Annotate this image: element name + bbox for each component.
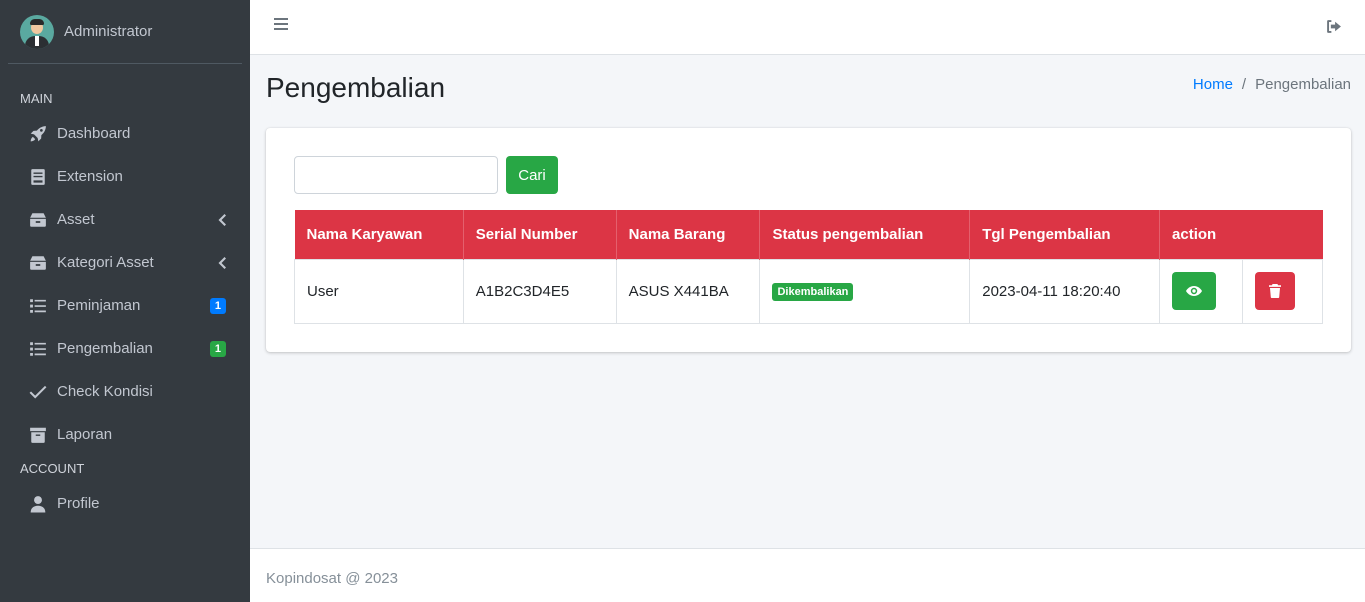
sidebar-item-label: Kategori Asset: [57, 254, 154, 271]
menu-toggle-icon[interactable]: [274, 18, 288, 32]
column-header: action: [1172, 225, 1217, 243]
box-icon: [28, 253, 48, 273]
cell-action-view: [1159, 258, 1243, 324]
chevron-left-icon: [218, 256, 226, 273]
nav-header-main: MAIN: [20, 91, 53, 106]
count-badge: 1: [209, 341, 226, 357]
sidebar-item-laporan[interactable]: Laporan: [0, 413, 250, 456]
status-badge: Dikembalikan: [772, 282, 854, 301]
logout-icon[interactable]: [1325, 18, 1343, 36]
sidebar-item-label: Profile: [57, 495, 100, 512]
list-icon: [28, 339, 48, 359]
content-header: Pengembalian Home / Pengembalian: [266, 70, 1351, 110]
sidebar: Administrator MAIN Dashboard Extension A…: [0, 0, 250, 602]
cell-nama-barang: ASUS X441BA: [615, 258, 761, 324]
archive-icon: [28, 425, 48, 445]
column-header: Nama Karyawan: [294, 210, 464, 259]
sidebar-item-check-kondisi[interactable]: Check Kondisi: [0, 370, 250, 413]
sidebar-item-label: Laporan: [57, 426, 113, 443]
column-header: Nama Barang: [616, 210, 761, 259]
nav-header-account: ACCOUNT: [20, 461, 85, 476]
sidebar-item-profile[interactable]: Profile: [0, 482, 250, 525]
sidebar-item-label: Asset: [57, 211, 95, 228]
table-row: User A1B2C3D4E5 ASUS X441BA Dikembalikan…: [294, 258, 1323, 324]
list-icon: [28, 296, 48, 316]
top-navbar: [250, 0, 1365, 55]
cell-serial-number: A1B2C3D4E5: [462, 258, 617, 324]
box-icon: [28, 210, 48, 230]
user-panel[interactable]: Administrator: [8, 0, 242, 64]
column-header: Tgl Pengembalian: [969, 210, 1161, 259]
sidebar-item-extension[interactable]: Extension: [0, 155, 250, 198]
breadcrumb-current: Pengembalian: [1255, 76, 1351, 93]
book-icon: [28, 167, 48, 187]
cell-action-delete: [1242, 258, 1323, 324]
sidebar-item-peminjaman[interactable]: Peminjaman 1: [0, 284, 250, 327]
chevron-left-icon: [218, 213, 226, 230]
search-input[interactable]: [294, 156, 498, 194]
rocket-icon: [28, 124, 48, 144]
trash-icon: [1269, 284, 1281, 299]
sidebar-item-label: Check Kondisi: [57, 383, 153, 400]
sidebar-item-label: Extension: [57, 168, 123, 185]
footer: Kopindosat @ 2023: [250, 548, 1365, 602]
delete-button[interactable]: [1255, 272, 1295, 310]
sidebar-item-label: Pengembalian: [57, 340, 153, 357]
cell-tgl-pengembalian: 2023-04-11 18:20:40: [969, 258, 1161, 324]
sidebar-item-dashboard[interactable]: Dashboard: [0, 112, 250, 155]
sidebar-item-pengembalian[interactable]: Pengembalian 1: [0, 327, 250, 370]
page-title: Pengembalian: [266, 72, 446, 103]
check-icon: [28, 382, 48, 402]
column-header: Serial Number: [463, 210, 617, 259]
view-button[interactable]: [1172, 272, 1217, 310]
user-name: Administrator: [64, 23, 153, 40]
breadcrumb: Home / Pengembalian: [1193, 76, 1351, 93]
footer-text: Kopindosat @ 2023: [266, 570, 398, 587]
avatar: [20, 14, 54, 49]
eye-icon: [1186, 286, 1203, 296]
column-header: Status pengembalian: [759, 210, 971, 259]
sidebar-item-asset[interactable]: Asset: [0, 198, 250, 241]
count-badge: 1: [209, 298, 226, 314]
search-button[interactable]: Cari: [506, 156, 558, 194]
sidebar-item-kategori-asset[interactable]: Kategori Asset: [0, 241, 250, 284]
user-icon: [28, 494, 48, 514]
sidebar-item-label: Dashboard: [57, 125, 131, 142]
cell-status: Dikembalikan: [759, 258, 971, 324]
data-card: Cari Nama Karyawan Serial Number Nama Ba…: [266, 128, 1351, 352]
cell-nama-karyawan: User: [294, 258, 464, 324]
breadcrumb-separator: /: [1241, 76, 1247, 93]
table-header-row: Nama Karyawan Serial Number Nama Barang …: [294, 210, 1323, 259]
sidebar-item-label: Peminjaman: [57, 297, 141, 314]
breadcrumb-home-link[interactable]: Home: [1193, 76, 1233, 93]
data-table: Nama Karyawan Serial Number Nama Barang …: [294, 210, 1323, 324]
